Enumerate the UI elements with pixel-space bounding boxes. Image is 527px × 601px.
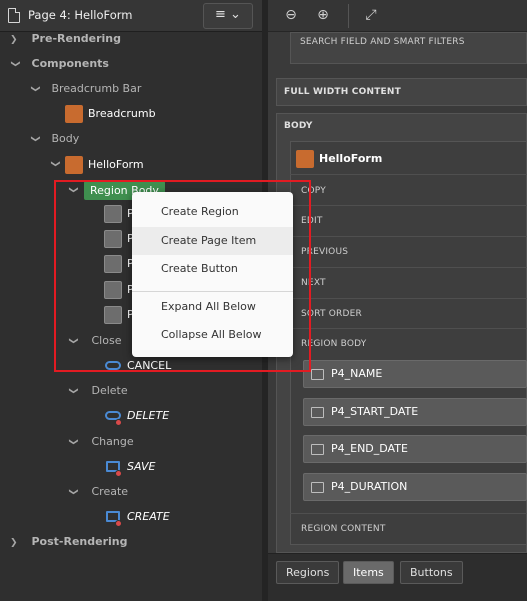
chevron-down-icon[interactable]: ❯ [4, 60, 26, 70]
tree-node-helloform-toggle[interactable]: ❯ [50, 153, 60, 175]
menu-expand-all-below[interactable]: Expand All Below [132, 293, 293, 321]
menu-create-page-item[interactable]: Create Page Item [132, 227, 293, 255]
menu-create-button[interactable]: Create Button [132, 255, 293, 283]
page-icon [8, 8, 20, 23]
tree-node-components[interactable]: ❯ Components [10, 53, 109, 75]
full-width-label: FULL WIDTH CONTENT [284, 87, 401, 97]
chevron-down-icon[interactable]: ❯ [24, 85, 46, 95]
error-dot-icon [115, 419, 122, 426]
layout-item-name[interactable]: P4_NAME [303, 360, 527, 388]
tab-items[interactable]: Items [343, 561, 394, 584]
calendar-icon [311, 407, 324, 418]
menu-collapse-all-below[interactable]: Collapse All Below [132, 321, 293, 349]
chevron-down-icon[interactable]: ❯ [62, 438, 84, 448]
tree-node-helloform[interactable]: HelloForm [88, 154, 144, 176]
search-filters-label: SEARCH FIELD AND SMART FILTERS [300, 37, 465, 47]
tree-node-breadcrumb-bar[interactable]: ❯ Breadcrumb Bar [30, 78, 141, 100]
error-dot-icon [115, 520, 122, 527]
page-title: Page 4: HelloForm [28, 8, 133, 22]
tree-node-create-group[interactable]: ❯ Create [68, 481, 128, 503]
body-label: BODY [284, 121, 313, 131]
tree-node-breadcrumb[interactable]: Breadcrumb [88, 103, 156, 125]
divider [290, 298, 527, 299]
divider [290, 513, 527, 514]
context-menu: Create Region Create Page Item Create Bu… [132, 192, 293, 357]
divider [290, 236, 527, 237]
tab-buttons[interactable]: Buttons [400, 561, 463, 584]
divider [290, 174, 527, 175]
region-icon [296, 150, 314, 168]
tree-node-change-group[interactable]: ❯ Change [68, 431, 134, 453]
chevron-down-icon[interactable]: ❯ [62, 387, 84, 397]
tree-node-save[interactable]: SAVE [127, 456, 155, 478]
divider [290, 205, 527, 206]
tree-menu-button[interactable]: ≡ ⌄ [203, 3, 253, 29]
layout-item-duration[interactable]: P4_DURATION [303, 473, 527, 501]
chevron-down-icon[interactable]: ❯ [44, 160, 66, 170]
expand-icon[interactable]: ⤢ [362, 6, 380, 24]
zoom-out-icon[interactable]: ⊖ [282, 6, 300, 24]
slot-region-content[interactable]: REGION CONTENT [301, 524, 386, 534]
divider [290, 328, 527, 329]
breadcrumb-icon [65, 105, 83, 123]
layout-item-start-date[interactable]: P4_START_DATE [303, 398, 527, 426]
layout-item-end-date[interactable]: P4_END_DATE [303, 435, 527, 463]
number-field-icon [311, 482, 324, 493]
divider [290, 267, 527, 268]
gallery-tabs: Regions Items Buttons [268, 553, 527, 601]
region-title: HelloForm [319, 152, 383, 165]
chevron-down-icon[interactable]: ❯ [62, 488, 84, 498]
calendar-icon [311, 444, 324, 455]
menu-separator [132, 291, 293, 292]
chevron-down-icon[interactable]: ❯ [24, 135, 46, 145]
tree-node-create[interactable]: CREATE [127, 506, 170, 528]
chevron-right-icon[interactable]: ❯ [10, 29, 20, 51]
tree-node-post-rendering[interactable]: ❯ Post-Rendering [10, 531, 128, 553]
layout-toolbar: ⊖ ⊕ ⤢ [268, 0, 527, 32]
tree-node-delete[interactable]: DELETE [127, 405, 169, 427]
tree-node-delete-group[interactable]: ❯ Delete [68, 380, 128, 402]
menu-create-region[interactable]: Create Region [132, 198, 293, 226]
tree-node-body[interactable]: ❯ Body [30, 128, 79, 150]
error-dot-icon [115, 470, 122, 477]
tree-node-pre-rendering[interactable]: ❯ Pre-Rendering [10, 28, 121, 50]
zoom-in-icon[interactable]: ⊕ [314, 6, 332, 24]
region-icon [65, 156, 83, 174]
tab-regions[interactable]: Regions [276, 561, 340, 584]
toolbar-divider [348, 4, 349, 28]
text-field-icon [311, 369, 324, 380]
chevron-right-icon[interactable]: ❯ [10, 532, 20, 554]
